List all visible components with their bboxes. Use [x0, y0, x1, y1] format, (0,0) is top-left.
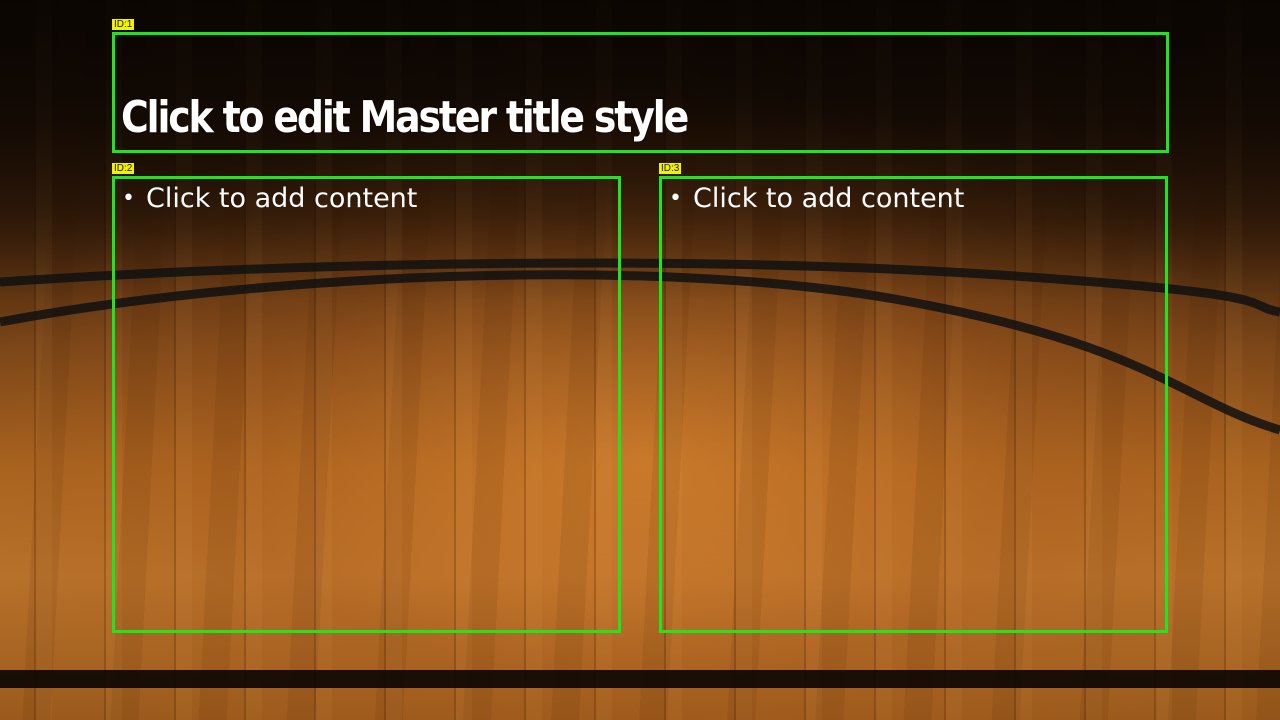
- slide-canvas: ID:1 Click to edit Master title style ID…: [0, 0, 1280, 720]
- id-label-title: ID:1: [112, 19, 135, 30]
- content-right-bullet[interactable]: • Click to add content: [669, 181, 964, 215]
- id-label-content-right: ID:3: [659, 163, 682, 174]
- content-placeholder-left[interactable]: [112, 176, 621, 633]
- id-label-content-left: ID:2: [112, 163, 135, 174]
- content-left-text: Click to add content: [146, 182, 418, 214]
- court-baseline: [0, 670, 1280, 688]
- bullet-dot-icon: •: [122, 185, 135, 211]
- content-left-bullet[interactable]: • Click to add content: [122, 181, 417, 215]
- content-right-text: Click to add content: [693, 182, 965, 214]
- title-text[interactable]: Click to edit Master title style: [121, 92, 689, 143]
- bullet-dot-icon: •: [669, 185, 682, 211]
- content-placeholder-right[interactable]: [659, 176, 1168, 633]
